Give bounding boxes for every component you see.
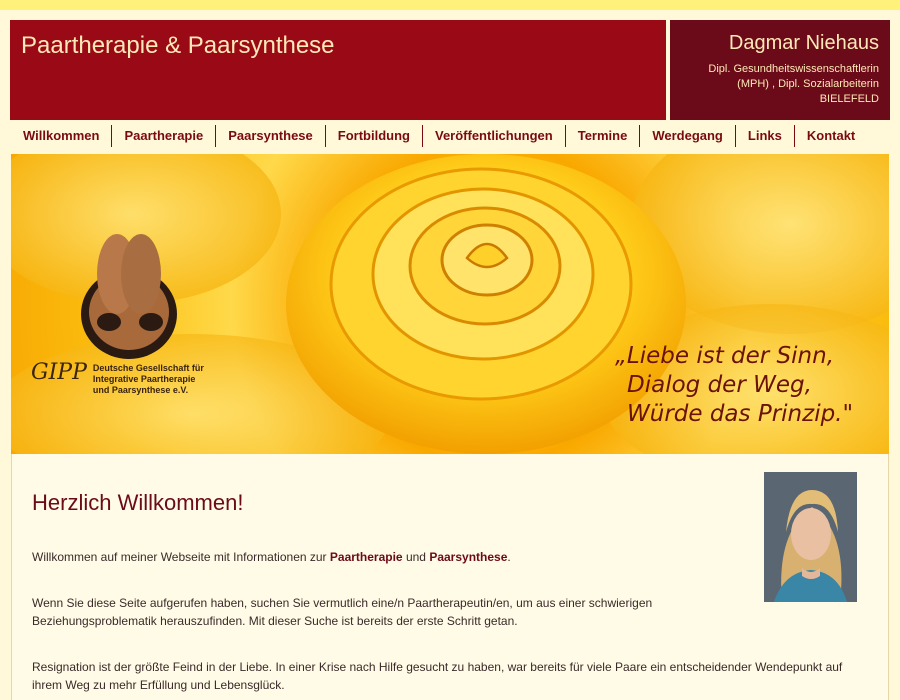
intro-paragraph: Willkommen auf meiner Webseite mit Infor… <box>32 548 862 566</box>
link-paartherapie[interactable]: Paartherapie <box>330 550 403 564</box>
site-title: Paartherapie & Paarsynthese <box>21 32 335 59</box>
intro-and: und <box>405 550 426 564</box>
gipp-line-3: und Paarsynthese e.V. <box>92 385 189 395</box>
nav-item-veroeffentlichungen[interactable]: Veröffentlichungen <box>423 125 566 147</box>
nav-item-termine[interactable]: Termine <box>566 125 641 147</box>
nav-item-paarsynthese[interactable]: Paarsynthese <box>216 125 326 147</box>
search-line-1: Wenn Sie diese Seite aufgerufen haben, s… <box>32 596 653 610</box>
owner-title-line-2: (MPH) , Dipl. Sozialarbeiterin <box>737 78 879 90</box>
nav-item-paartherapie[interactable]: Paartherapie <box>112 125 217 147</box>
resignation-paragraph: Resignation ist der größte Feind in der … <box>32 658 862 694</box>
intro-text: Willkommen auf meiner Webseite mit Infor… <box>32 550 327 564</box>
resignation-line-2: ihrem Weg zu mehr Erfüllung und Lebensgl… <box>32 678 285 692</box>
intro-period: . <box>507 550 511 564</box>
site-header: Paartherapie & Paarsynthese <box>10 20 666 120</box>
owner-panel: Dagmar Niehaus Dipl. Gesundheitswissensc… <box>670 20 890 120</box>
banner-quote: „Liebe ist der Sinn, Dialog der Weg, Wür… <box>615 342 853 429</box>
gipp-line-2: Integrative Paartherapie <box>92 374 196 384</box>
owner-city: BIELEFELD <box>819 93 879 105</box>
nav-item-kontakt[interactable]: Kontakt <box>795 125 867 147</box>
rose-banner: GIPP Deutsche Gesellschaft für Integrati… <box>11 154 889 454</box>
page-title: Herzlich Willkommen! <box>32 490 244 515</box>
top-accent-strip <box>0 0 900 10</box>
nav-item-fortbildung[interactable]: Fortbildung <box>326 125 423 147</box>
nav-item-willkommen[interactable]: Willkommen <box>10 125 113 147</box>
search-line-2: Beziehungsproblematik herauszufinden. Mi… <box>32 614 518 628</box>
resignation-line-1: Resignation ist der größte Feind in der … <box>32 660 843 674</box>
main-navigation: Willkommen Paartherapie Paarsynthese For… <box>10 124 890 148</box>
gipp-abbreviation: GIPP <box>31 360 87 385</box>
nav-item-links[interactable]: Links <box>736 125 795 147</box>
quote-line-3: Würde das Prinzip." <box>627 401 854 427</box>
gipp-logo-text: GIPP Deutsche Gesellschaft für Integrati… <box>31 360 204 396</box>
owner-title-line-1: Dipl. Gesundheitswissenschaftlerin <box>708 63 879 75</box>
quote-line-2: Dialog der Weg, <box>627 372 812 398</box>
owner-name: Dagmar Niehaus <box>728 32 879 54</box>
main-content: Herzlich Willkommen! Willkommen auf mein… <box>11 454 889 700</box>
gipp-line-1: Deutsche Gesellschaft für <box>92 363 204 373</box>
quote-line-1: „Liebe ist der Sinn, <box>615 343 835 369</box>
portrait-photo <box>764 472 857 602</box>
link-paarsynthese[interactable]: Paarsynthese <box>429 550 507 564</box>
nav-item-werdegang[interactable]: Werdegang <box>640 125 736 147</box>
search-paragraph: Wenn Sie diese Seite aufgerufen haben, s… <box>32 594 862 630</box>
